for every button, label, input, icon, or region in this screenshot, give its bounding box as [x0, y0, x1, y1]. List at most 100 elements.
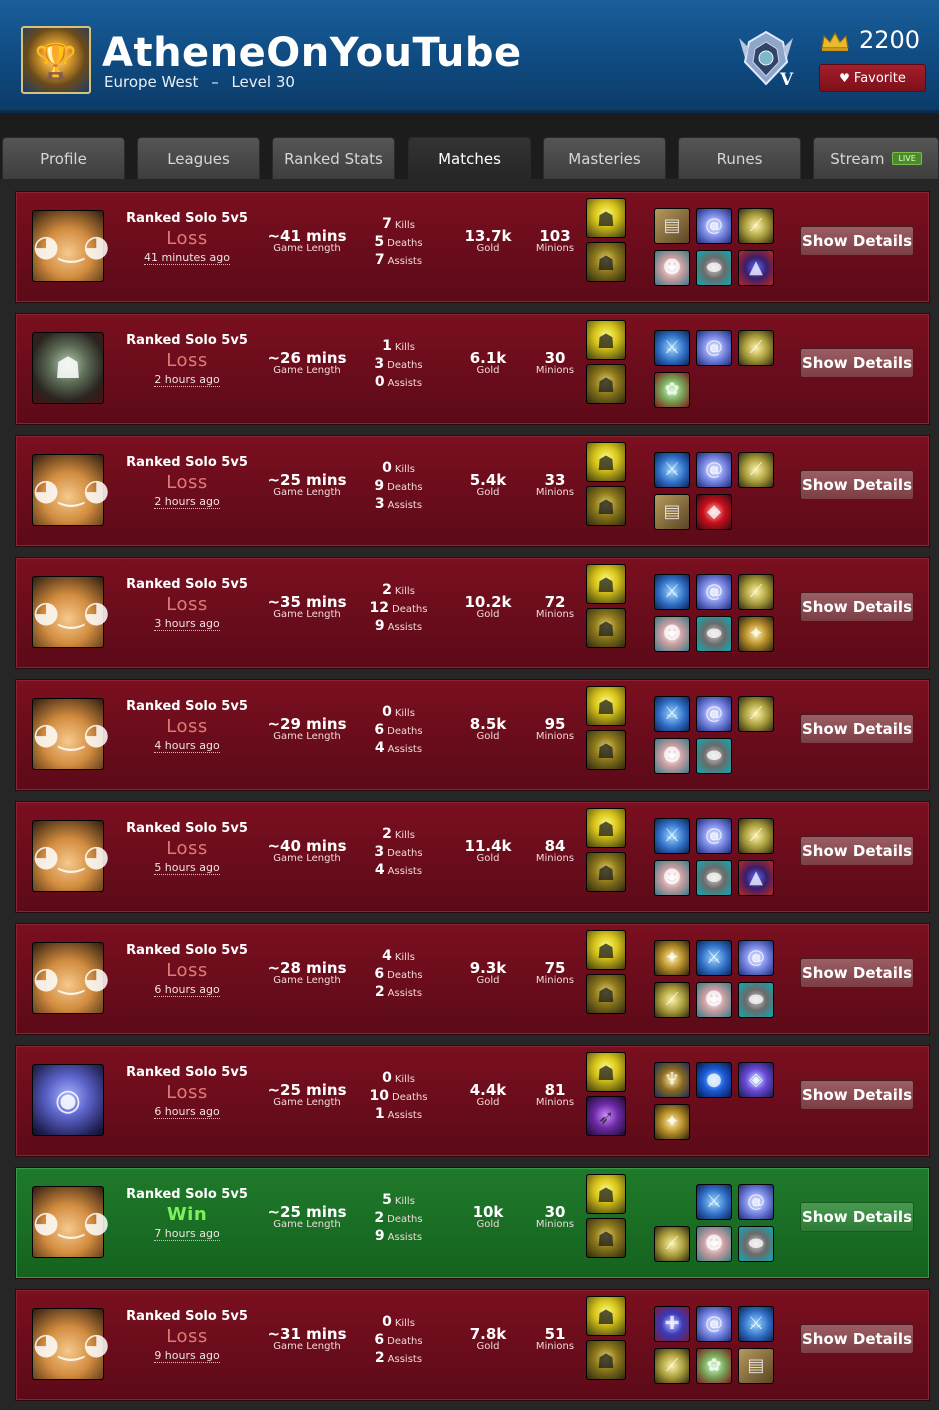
assists-label: Assists	[387, 1354, 423, 1365]
spell-glyph: ☗	[597, 1305, 615, 1329]
spiral-item-icon: @	[696, 696, 732, 732]
boots-item-icon: ⬬	[738, 982, 774, 1018]
show-details-button[interactable]: Show Details	[800, 1080, 914, 1110]
gold-label: Gold	[476, 731, 500, 742]
game-length-label: Game Length	[273, 487, 341, 498]
champion-portrait-glyph: ◕‿◕	[33, 229, 110, 264]
favorite-button[interactable]: ♥ Favorite	[819, 64, 926, 92]
blue-item-icon: ⚔	[738, 1306, 774, 1342]
kills-value: 0	[382, 1070, 392, 1086]
tab-stream[interactable]: Stream LIVE	[813, 137, 939, 179]
kda-stats: 0 Kills 10 Deaths 1 Assists	[351, 1068, 446, 1122]
minions-label: Minions	[535, 487, 575, 498]
gold-label: Gold	[476, 1097, 500, 1108]
kills-value: 2	[382, 582, 392, 598]
item-glyph: ⬬	[706, 257, 722, 278]
book-item-icon: ▤	[738, 1348, 774, 1384]
flash-icon: ☗	[586, 808, 626, 848]
gold-value: 4.4k	[469, 1081, 507, 1099]
minions-value: 30	[544, 349, 566, 367]
show-details-button[interactable]: Show Details	[800, 1202, 914, 1232]
game-length-value: ~35 mins	[267, 593, 347, 611]
champion-portrait-glyph: ◕‿◕	[33, 839, 110, 874]
spell-glyph: ☗	[597, 495, 615, 519]
gold-value: 5.4k	[469, 471, 507, 489]
deaths-value: 6	[374, 722, 385, 738]
item-glyph: ⚔	[663, 459, 681, 480]
item-glyph: ⚔	[705, 1191, 723, 1212]
queue-type: Ranked Solo 5v5	[126, 577, 248, 592]
assists-stat: 9 Assists	[351, 1226, 446, 1244]
show-details-button[interactable]: Show Details	[800, 348, 914, 378]
match-row: ◕‿◕ Ranked Solo 5v5 Loss 2 hours ago ~25 min…	[15, 435, 930, 547]
spell-glyph: ☗	[597, 1349, 615, 1373]
show-details-button[interactable]: Show Details	[800, 1324, 914, 1354]
summoner-level: Level 30	[231, 73, 295, 91]
deaths-value: 9	[374, 478, 385, 494]
champion-portrait-glyph: ◕‿◕	[33, 717, 110, 752]
game-length: ~41 mins Game Length	[257, 228, 357, 254]
item-glyph: ☻	[662, 745, 682, 766]
minions-value: 95	[544, 715, 566, 733]
gold-stat: 10.2k Gold	[452, 594, 524, 620]
mask-item-icon: ☻	[654, 860, 690, 896]
tab-runes[interactable]: Runes	[678, 137, 801, 179]
minions-label: Minions	[535, 1219, 575, 1230]
deaths-stat: 3 Deaths	[351, 354, 446, 372]
tab-masteries[interactable]: Masteries	[543, 137, 666, 179]
item-glyph: ▲	[749, 867, 763, 888]
minions-value: 103	[539, 227, 571, 245]
show-details-button[interactable]: Show Details	[800, 714, 914, 744]
gold-stat: 13.7k Gold	[452, 228, 524, 254]
item-glyph: ✦	[748, 623, 764, 644]
minions-label: Minions	[535, 1097, 575, 1108]
minions-stat: 84 Minions	[516, 838, 594, 864]
item-glyph: ⬬	[706, 623, 722, 644]
tab-matches[interactable]: Matches	[408, 137, 531, 179]
gold-label: Gold	[476, 365, 500, 376]
league-points: 2200	[859, 26, 921, 54]
match-result: Loss	[166, 716, 208, 737]
assists-label: Assists	[387, 1232, 423, 1243]
kills-stat: 0 Kills	[351, 458, 446, 476]
show-details-button[interactable]: Show Details	[800, 836, 914, 866]
tab-leagues[interactable]: Leagues	[137, 137, 260, 179]
ignite-icon: ☗	[586, 242, 626, 282]
spiral-item-icon: @	[696, 818, 732, 854]
sword-item-icon: ⟋	[738, 208, 774, 244]
minions-stat: 30 Minions	[516, 350, 594, 376]
tab-label: Leagues	[167, 150, 230, 168]
match-time-ago: 5 hours ago	[112, 861, 262, 875]
show-details-button[interactable]: Show Details	[800, 226, 914, 256]
minions-value: 30	[544, 1203, 566, 1221]
blue-item-icon: ⚔	[696, 940, 732, 976]
kills-stat: 0 Kills	[351, 702, 446, 720]
tab-profile[interactable]: Profile	[2, 137, 125, 179]
sword-item-icon: ⟋	[738, 818, 774, 854]
item-glyph: ☻	[704, 1233, 724, 1254]
assists-value: 7	[374, 252, 385, 268]
deaths-stat: 5 Deaths	[351, 232, 446, 250]
tab-label: Ranked Stats	[284, 150, 383, 168]
deaths-stat: 3 Deaths	[351, 842, 446, 860]
chalice-item-icon: ♆	[654, 1062, 690, 1098]
deaths-value: 6	[374, 1332, 385, 1348]
item-glyph: ⬬	[706, 745, 722, 766]
assists-label: Assists	[387, 256, 423, 267]
show-details-button[interactable]: Show Details	[800, 470, 914, 500]
kda-stats: 0 Kills 6 Deaths 4 Assists	[351, 702, 446, 756]
spiral-item-icon: @	[738, 1184, 774, 1220]
assists-stat: 7 Assists	[351, 250, 446, 268]
tab-ranked-stats[interactable]: Ranked Stats	[272, 137, 395, 179]
summoner-meta: Europe West – Level 30	[104, 73, 295, 91]
kills-label: Kills	[394, 464, 415, 475]
boots-item-icon: ⬬	[696, 250, 732, 286]
deaths-label: Deaths	[387, 970, 423, 981]
show-details-button[interactable]: Show Details	[800, 592, 914, 622]
queue-type: Ranked Solo 5v5	[126, 211, 248, 226]
deaths-stat: 10 Deaths	[351, 1086, 446, 1104]
game-length: ~35 mins Game Length	[257, 594, 357, 620]
item-glyph: @	[747, 1191, 765, 1212]
spell-glyph: ☗	[597, 329, 615, 353]
show-details-button[interactable]: Show Details	[800, 958, 914, 988]
